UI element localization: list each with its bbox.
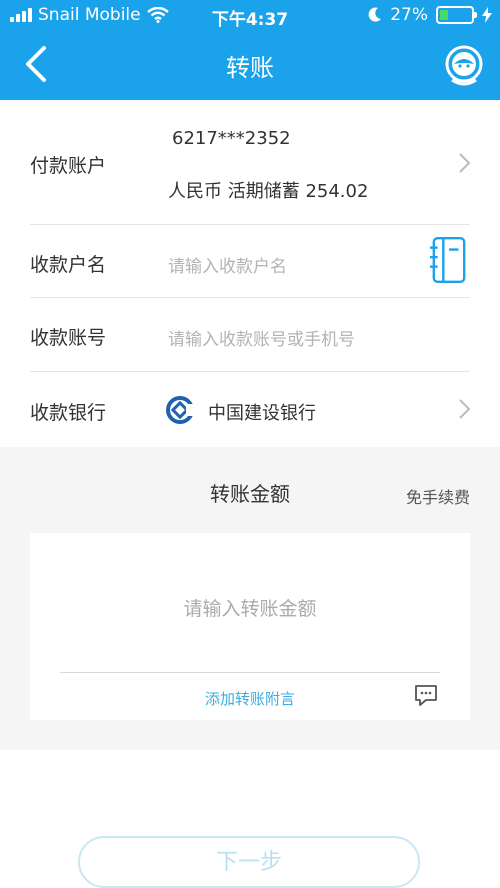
contacts-book-icon[interactable] [430,235,468,285]
charging-icon [482,7,492,23]
divider [60,672,440,673]
payee-bank-label: 收款银行 [30,402,107,424]
payee-bank-name: 中国建设银行 [208,403,316,424]
customer-service-icon[interactable] [442,44,486,88]
battery-fill [440,10,448,20]
battery-percent: 27% [390,5,428,25]
add-note-link[interactable]: 添加转账附言 [30,688,470,709]
amount-card: 请输入转账金额 添加转账附言 [30,533,470,720]
chevron-right-icon [459,399,471,419]
payee-account-label: 收款账号 [30,327,107,349]
payer-label: 付款账户 [30,155,107,177]
page-title: 转账 [226,54,274,82]
moon-icon [368,7,382,22]
payee-name-label: 收款户名 [30,254,107,276]
ccb-logo-icon [166,396,194,424]
payer-account-row[interactable]: 付款账户 [0,100,500,225]
top-bar: Snail Mobile 下午4:37 27% 转账 [0,0,500,100]
status-bar: Snail Mobile 下午4:37 27% [0,0,500,32]
amount-input[interactable]: 请输入转账金额 [30,594,470,621]
message-icon[interactable] [414,684,438,706]
payee-bank-row[interactable]: 收款银行 中国建设银行 [0,372,500,447]
payer-account-number: 6217***2352 [172,128,291,149]
next-button[interactable]: 下一步 [78,836,420,888]
battery-icon [436,6,477,24]
chevron-right-icon [459,153,471,173]
payee-account-row: 收款账号 请输入收款账号或手机号 [0,298,500,371]
fee-note: 免手续费 [405,488,470,507]
payer-account-desc: 人民币 活期储蓄 254.02 [168,181,369,202]
payee-name-input[interactable]: 请输入收款户名 [168,252,287,277]
payee-name-row: 收款户名 请输入收款户名 [0,225,500,297]
payee-account-input[interactable]: 请输入收款账号或手机号 [168,325,355,350]
